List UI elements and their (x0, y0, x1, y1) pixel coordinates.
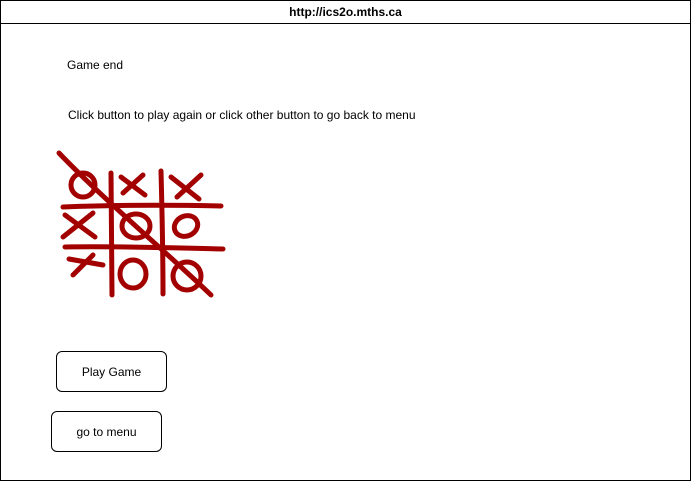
url-text: http://ics2o.mths.ca (289, 5, 402, 19)
url-bar: http://ics2o.mths.ca (1, 1, 690, 24)
tic-tac-toe-image (53, 149, 229, 301)
tic-tac-toe-board-icon (56, 150, 226, 298)
play-game-button[interactable]: Play Game (56, 351, 167, 392)
go-to-menu-button[interactable]: go to menu (51, 411, 162, 452)
page-heading: Game end (67, 58, 124, 72)
instructions-text: Click button to play again or click othe… (68, 108, 416, 122)
browser-window: http://ics2o.mths.ca Game end Click butt… (0, 0, 691, 481)
